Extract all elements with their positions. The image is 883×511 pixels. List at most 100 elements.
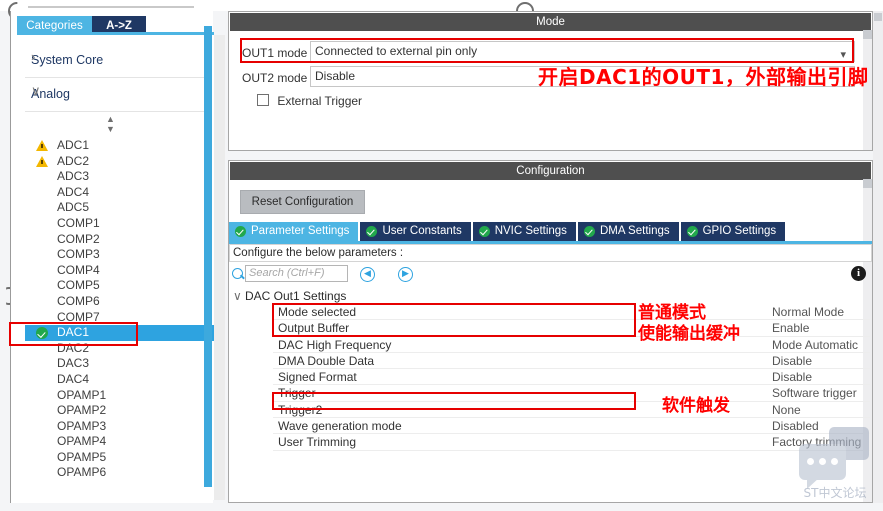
- check-ok-icon: [235, 226, 246, 237]
- parameter-value[interactable]: Software trigger: [772, 385, 857, 401]
- parameter-value[interactable]: Normal Mode: [772, 304, 844, 320]
- tab-parameter-settings[interactable]: Parameter Settings: [229, 222, 359, 241]
- list-item[interactable]: OPAMP2: [25, 403, 206, 419]
- tab-dma-settings[interactable]: DMA Settings: [577, 222, 679, 241]
- list-item[interactable]: OPAMP5: [25, 450, 206, 466]
- annotation-box-mode-output-buffer: [272, 303, 636, 337]
- tab-label: NVIC Settings: [494, 225, 567, 237]
- search-icon: [232, 268, 243, 279]
- annotation-mode-note-line1: 普通模式: [638, 303, 706, 323]
- tab-user-constants[interactable]: User Constants: [360, 222, 471, 241]
- tab-label: GPIO Settings: [702, 225, 777, 237]
- list-item[interactable]: OPAMP3: [25, 419, 206, 435]
- parameter-group-header[interactable]: ∨ DAC Out1 Settings: [233, 289, 346, 303]
- sidebar-group-system-core[interactable]: System Core ›: [25, 44, 206, 78]
- list-item[interactable]: ADC5: [25, 200, 206, 216]
- list-item[interactable]: COMP6: [25, 294, 206, 310]
- peripheral-label: ADC1: [57, 138, 90, 152]
- scrollbar-thumb[interactable]: [863, 179, 872, 188]
- tab-label: DMA Settings: [599, 225, 670, 237]
- external-trigger-label: External Trigger: [277, 94, 363, 108]
- annotation-mode-note: 普通模式 使能输出缓冲: [638, 303, 740, 345]
- parameter-value[interactable]: None: [772, 402, 801, 418]
- parameter-name: Signed Format: [278, 370, 357, 385]
- parameter-name: User Trimming: [278, 435, 357, 450]
- list-item[interactable]: DAC3: [25, 356, 206, 372]
- list-item[interactable]: ADC2: [25, 154, 206, 170]
- checkbox-icon[interactable]: [257, 94, 269, 106]
- configure-instruction: Configure the below parameters :: [229, 244, 872, 262]
- annotation-box-out1-mode: [240, 38, 854, 63]
- parameter-group-label: DAC Out1 Settings: [245, 289, 347, 303]
- peripheral-label: OPAMP4: [57, 434, 107, 449]
- peripheral-label: OPAMP3: [57, 418, 107, 433]
- chevron-right-circle-icon[interactable]: ▶: [398, 267, 413, 282]
- out2-mode-value: Disable: [315, 69, 356, 83]
- peripheral-label: COMP5: [57, 278, 100, 293]
- annotation-top-note: 开启DAC1的OUT1，外部输出引脚: [538, 65, 869, 89]
- annotation-trigger-note: 软件触发: [662, 396, 730, 416]
- scrollbar-thumb[interactable]: [863, 30, 872, 39]
- peripheral-label: COMP2: [57, 231, 100, 246]
- parameter-name: DMA Double Data: [278, 353, 375, 368]
- chevron-left-circle-icon[interactable]: ◀: [360, 267, 375, 282]
- sidebar-group-label: System Core: [31, 53, 104, 67]
- list-item[interactable]: COMP1: [25, 216, 206, 232]
- list-item[interactable]: OPAMP1: [25, 388, 206, 404]
- reset-configuration-button[interactable]: Reset Configuration: [240, 190, 365, 214]
- info-icon[interactable]: i: [851, 266, 866, 281]
- parameter-value[interactable]: Disable: [772, 353, 812, 369]
- peripheral-label: COMP1: [57, 215, 100, 230]
- mode-panel-scrollbar[interactable]: [863, 30, 872, 150]
- warning-icon: [36, 155, 48, 167]
- peripheral-label: COMP6: [57, 293, 100, 308]
- annotation-box-trigger: [272, 392, 636, 410]
- check-ok-icon: [478, 226, 490, 237]
- table-row[interactable]: DMA Double Data Disable: [229, 353, 872, 370]
- sidebar-scrollbar-thumb[interactable]: [204, 26, 212, 487]
- tab-label: Parameter Settings: [251, 225, 350, 237]
- parameter-value[interactable]: Mode Automatic: [772, 337, 858, 353]
- peripheral-label: ADC3: [57, 169, 90, 184]
- tab-gpio-settings[interactable]: GPIO Settings: [680, 222, 786, 241]
- out2-mode-label: OUT2 mode: [242, 71, 308, 85]
- peripheral-label: DAC4: [57, 371, 90, 386]
- chevron-down-icon: ∨: [31, 83, 41, 98]
- peripheral-label: ADC2: [57, 153, 90, 168]
- table-row[interactable]: User Trimming Factory trimming: [229, 434, 872, 451]
- list-item[interactable]: DAC4: [25, 372, 206, 388]
- check-ok-icon: [583, 226, 595, 237]
- peripheral-label: OPAMP2: [57, 403, 107, 418]
- parameter-value[interactable]: Disable: [772, 369, 812, 385]
- annotation-mode-note-line2: 使能输出缓冲: [638, 324, 740, 344]
- parameter-value[interactable]: Enable: [772, 320, 809, 336]
- scroll-spinner[interactable]: ▲ ▼: [17, 112, 214, 134]
- app-root: Categories A->Z System Core › Analog ∨ ▲…: [0, 0, 883, 511]
- sidebar-group-analog[interactable]: Analog ∨: [25, 78, 206, 112]
- list-item[interactable]: OPAMP4: [25, 434, 206, 450]
- sidebar-body: System Core › Analog ∨ ▲ ▼ ADC1 ADC2 ADC3…: [17, 35, 214, 500]
- table-row[interactable]: DAC High Frequency Mode Automatic: [229, 337, 872, 353]
- list-item[interactable]: COMP3: [25, 247, 206, 263]
- check-ok-icon: [366, 226, 378, 237]
- watermark-text: ST中文论坛: [803, 486, 867, 500]
- peripheral-list: ADC1 ADC2 ADC3 ADC4 ADC5 COMP1 COMP2 COM…: [25, 138, 214, 481]
- tab-nvic-settings[interactable]: NVIC Settings: [472, 222, 576, 241]
- configuration-panel-title: Configuration: [230, 162, 871, 180]
- table-row[interactable]: Signed Format Disable: [229, 369, 872, 386]
- table-row[interactable]: Wave generation mode Disabled: [229, 418, 872, 435]
- list-item[interactable]: ADC1: [25, 138, 206, 154]
- top-splitter-strip: [0, 0, 883, 11]
- list-item[interactable]: COMP4: [25, 263, 206, 279]
- window-scrollbar-thumb[interactable]: [874, 13, 882, 21]
- peripheral-label: OPAMP5: [57, 449, 107, 464]
- list-item[interactable]: COMP2: [25, 232, 206, 248]
- list-item[interactable]: ADC4: [25, 185, 206, 201]
- sidebar-scrollbar-track[interactable]: [214, 35, 225, 500]
- search-input[interactable]: Search (Ctrl+F): [245, 265, 348, 282]
- annotation-box-dac1: [9, 322, 138, 346]
- list-item[interactable]: OPAMP6: [25, 465, 206, 481]
- list-item[interactable]: ADC3: [25, 169, 206, 185]
- list-item[interactable]: COMP5: [25, 278, 206, 294]
- external-trigger-checkbox-row[interactable]: External Trigger: [257, 94, 362, 108]
